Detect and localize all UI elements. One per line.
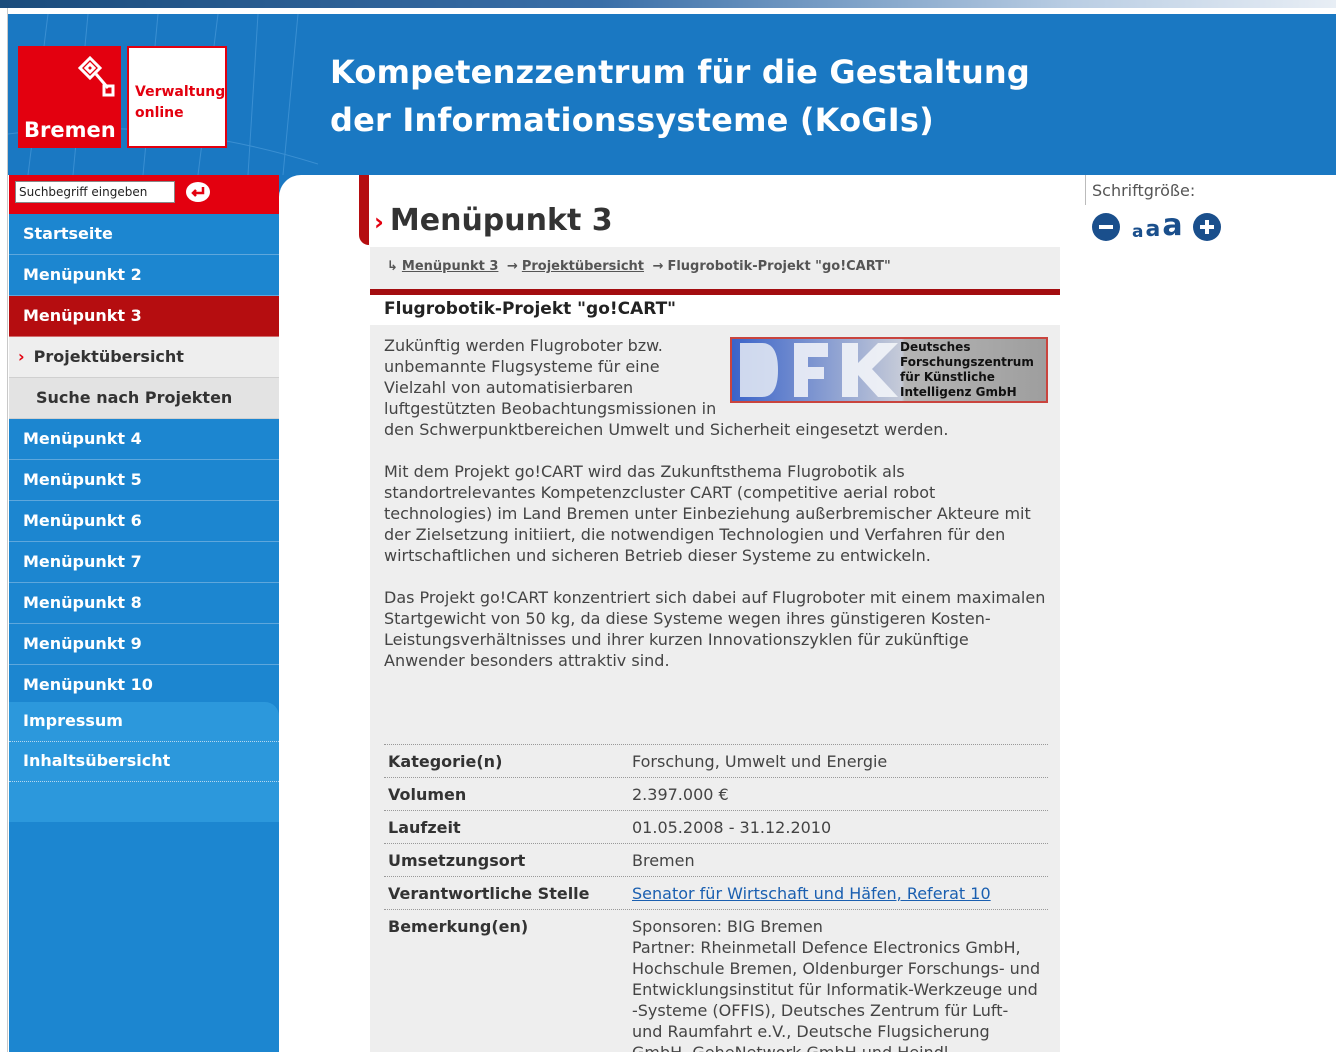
table-row: Verantwortliche Stelle Senator für Wirts… xyxy=(384,877,1048,910)
site-title-line2: der Informationssysteme (KoGIs) xyxy=(330,101,934,139)
article-text: Deutsches Forschungszentrum für Künstlic… xyxy=(384,335,1048,692)
logo-service-line1: Verwaltung xyxy=(135,84,226,100)
search-bar xyxy=(9,175,279,214)
info-value-bemerkung: Sponsoren: BIG Bremen Partner: Rheinmeta… xyxy=(632,916,1042,1052)
dfki-graphic xyxy=(740,343,898,397)
bemerkung-partners: Partner: Rheinmetall Defence Electronics… xyxy=(632,938,1041,1052)
sidebar-footer-menu: Impressum Inhaltsübersicht xyxy=(9,702,279,1052)
dfki-line2: Forschungszentrum xyxy=(900,355,1034,369)
article-body: Deutsches Forschungszentrum für Künstlic… xyxy=(370,325,1060,1052)
sidebar-item-projektuebersicht[interactable]: › Projektübersicht xyxy=(9,337,279,378)
info-value-stelle: Senator für Wirtschaft und Häfen, Refera… xyxy=(632,883,1042,904)
bemerkung-sponsors: Sponsoren: BIG Bremen xyxy=(632,917,823,936)
table-row: Umsetzungsort Bremen xyxy=(384,844,1048,877)
table-row: Kategorie(n) Forschung, Umwelt und Energ… xyxy=(384,745,1048,778)
heading-accent-bar xyxy=(359,175,369,245)
info-label: Umsetzungsort xyxy=(388,851,526,870)
info-label: Verantwortliche Stelle xyxy=(388,884,590,903)
info-value-volumen: 2.397.000 € xyxy=(632,785,729,804)
divider xyxy=(1085,175,1086,205)
page-title: › Menüpunkt 3 xyxy=(374,203,613,238)
breadcrumb-current: Flugrobotik-Projekt "go!CART" xyxy=(667,259,891,274)
plus-circle-icon[interactable] xyxy=(1192,213,1221,241)
bremen-logo[interactable]: Bremen xyxy=(18,46,121,148)
font-size-large-button[interactable]: a xyxy=(1162,211,1182,241)
sidebar-item-menuepunkt-8[interactable]: Menüpunkt 8 xyxy=(9,583,279,624)
info-label: Laufzeit xyxy=(388,818,461,837)
content-corner xyxy=(279,175,369,1052)
dfki-logo[interactable]: Deutsches Forschungszentrum für Künstlic… xyxy=(730,337,1048,403)
bremen-key-icon xyxy=(77,55,115,97)
site-header: Bremen Verwaltung online Kompetenzzentru… xyxy=(8,14,1336,175)
breadcrumb: ↳ Menüpunkt 3 → Projektübersicht → Flugrobo… xyxy=(370,247,1060,289)
paragraph-project: Mit dem Projekt go!CART wird das Zukunft… xyxy=(384,462,1031,565)
sidebar-item-startseite[interactable]: Startseite xyxy=(9,214,279,255)
sidebar-item-menuepunkt-7[interactable]: Menüpunkt 7 xyxy=(9,542,279,583)
font-size-medium-button[interactable]: a xyxy=(1145,219,1160,241)
font-size-label: Schriftgröße: xyxy=(1092,181,1196,200)
sidebar-item-inhaltsuebersicht[interactable]: Inhaltsübersicht xyxy=(9,742,279,782)
site-title: Kompetenzzentrum für die Gestaltung der … xyxy=(330,48,1030,144)
sidebar-item-menuepunkt-9[interactable]: Menüpunkt 9 xyxy=(9,624,279,665)
breadcrumb-link-projektuebersicht[interactable]: Projektübersicht xyxy=(522,259,644,274)
breadcrumb-link-menuepunkt-3[interactable]: Menüpunkt 3 xyxy=(402,259,499,274)
font-size-controls: a a a xyxy=(1092,205,1221,241)
return-arrow-icon: ↳ xyxy=(387,259,398,274)
dfki-line4: Intelligenz GmbH xyxy=(900,385,1017,399)
sidebar-item-impressum[interactable]: Impressum xyxy=(9,702,279,742)
page-left-edge xyxy=(0,8,8,1052)
sidebar: Startseite Menüpunkt 2 Menüpunkt 3 › Proj… xyxy=(9,175,279,1052)
dfki-line1: Deutsches xyxy=(900,340,971,354)
info-label: Volumen xyxy=(388,785,467,804)
enter-arrow-icon[interactable] xyxy=(185,181,211,203)
info-value-kategorie: Forschung, Umwelt und Energie xyxy=(632,752,888,771)
info-label: Kategorie(n) xyxy=(388,752,503,771)
project-info-table: Kategorie(n) Forschung, Umwelt und Energ… xyxy=(384,744,1048,1052)
chevron-right-icon: › xyxy=(374,208,384,236)
right-arrow-icon: → xyxy=(652,259,664,274)
logo-city-text: Bremen xyxy=(24,118,116,142)
verwaltung-online-logo[interactable]: Verwaltung online xyxy=(127,46,227,148)
sidebar-item-menuepunkt-10[interactable]: Menüpunkt 10 xyxy=(9,665,279,706)
info-value-ort: Bremen xyxy=(632,851,695,870)
main-content: › Menüpunkt 3 ↳ Menüpunkt 3 → Projektübersi… xyxy=(279,175,1079,1052)
sidebar-item-menuepunkt-5[interactable]: Menüpunkt 5 xyxy=(9,460,279,501)
dfki-line3: für Künstliche xyxy=(900,370,995,384)
table-row: Volumen 2.397.000 € xyxy=(384,778,1048,811)
dfki-logo-text: Deutsches Forschungszentrum für Künstlic… xyxy=(900,340,1034,400)
search-input[interactable] xyxy=(15,181,175,203)
site-title-line1: Kompetenzzentrum für die Gestaltung xyxy=(330,53,1031,91)
logo-service-line2: online xyxy=(135,105,184,121)
minus-circle-icon[interactable] xyxy=(1092,213,1120,241)
sidebar-item-menuepunkt-4[interactable]: Menüpunkt 4 xyxy=(9,419,279,460)
table-row: Bemerkung(en) Sponsoren: BIG Bremen Part… xyxy=(384,910,1048,1052)
page-title-text: Menüpunkt 3 xyxy=(389,203,613,238)
main-menu: Startseite Menüpunkt 2 Menüpunkt 3 › Proj… xyxy=(9,214,279,706)
sidebar-item-suche-nach-projekten[interactable]: Suche nach Projekten xyxy=(9,378,279,419)
right-arrow-icon: → xyxy=(506,259,518,274)
font-size-small-button[interactable]: a xyxy=(1132,224,1143,241)
paragraph-focus: Das Projekt go!CART konzentriert sich da… xyxy=(384,588,1046,670)
table-row: Laufzeit 01.05.2008 - 31.12.2010 xyxy=(384,811,1048,844)
sidebar-item-label: Projektübersicht xyxy=(33,347,184,366)
sidebar-item-menuepunkt-3[interactable]: Menüpunkt 3 xyxy=(9,296,279,337)
sidebar-item-menuepunkt-6[interactable]: Menüpunkt 6 xyxy=(9,501,279,542)
chevron-right-icon: › xyxy=(18,347,25,366)
article-title: Flugrobotik-Projekt "go!CART" xyxy=(370,295,1060,325)
right-panel: Schriftgröße: a a a xyxy=(1085,175,1336,1052)
info-label: Bemerkung(en) xyxy=(388,917,529,936)
browser-top-strip xyxy=(0,0,1336,8)
responsible-office-link[interactable]: Senator für Wirtschaft und Häfen, Refera… xyxy=(632,884,991,903)
sidebar-item-menuepunkt-2[interactable]: Menüpunkt 2 xyxy=(9,255,279,296)
info-value-laufzeit: 01.05.2008 - 31.12.2010 xyxy=(632,818,832,837)
